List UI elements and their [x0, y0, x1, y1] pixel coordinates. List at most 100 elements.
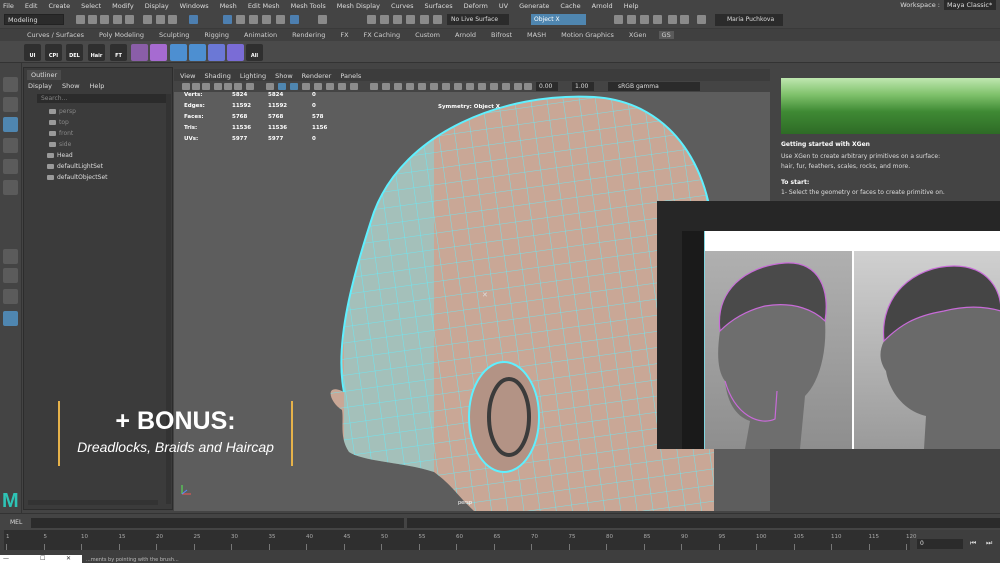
- far-clip-field[interactable]: 1.00: [572, 82, 594, 91]
- render-view-icon[interactable]: [380, 15, 389, 24]
- minimize-icon[interactable]: —: [3, 555, 9, 562]
- outliner-menu-help[interactable]: Help: [90, 82, 105, 90]
- outliner-tab[interactable]: Outliner: [27, 70, 62, 80]
- viewport-tool-icon[interactable]: [514, 83, 522, 90]
- menu-windows[interactable]: Windows: [180, 2, 209, 10]
- shelf-tab-bifrost[interactable]: Bifrost: [488, 31, 515, 39]
- render-icon[interactable]: [614, 15, 623, 24]
- menu-create[interactable]: Create: [48, 2, 70, 10]
- input-ops-icon[interactable]: [318, 15, 327, 24]
- render-settings-icon[interactable]: [420, 15, 429, 24]
- select-tool-icon[interactable]: [223, 15, 232, 24]
- render-frame-icon[interactable]: [393, 15, 402, 24]
- snap-curve-icon[interactable]: [249, 15, 258, 24]
- outliner-item[interactable]: side: [49, 141, 71, 148]
- shelf-tab-xgen[interactable]: XGen: [626, 31, 650, 39]
- near-clip-field[interactable]: 0.00: [536, 82, 558, 91]
- outliner-item[interactable]: Head: [47, 152, 73, 159]
- outliner-menu-display[interactable]: Display: [28, 82, 52, 90]
- vp-menu-view[interactable]: View: [180, 72, 195, 80]
- ipr-render-icon[interactable]: [406, 15, 415, 24]
- redo-icon[interactable]: [125, 15, 134, 24]
- shelf-tab-sculpting[interactable]: Sculpting: [156, 31, 192, 39]
- viewport-tool-icon[interactable]: [454, 83, 462, 90]
- outliner-item[interactable]: defaultObjectSet: [47, 174, 108, 181]
- outliner-item[interactable]: top: [49, 119, 69, 126]
- shelf-cpi-button[interactable]: CPI: [45, 44, 62, 61]
- shelf-all-button[interactable]: All: [246, 44, 263, 61]
- restore-icon[interactable]: ☐: [40, 555, 45, 562]
- menu-deform[interactable]: Deform: [464, 2, 488, 10]
- viewport-tool-icon[interactable]: [466, 83, 474, 90]
- shelf-plane-button[interactable]: [189, 44, 206, 61]
- viewport-tool-icon[interactable]: [524, 83, 532, 90]
- shelf-curve-button[interactable]: [131, 44, 148, 61]
- ipr-icon[interactable]: [627, 15, 636, 24]
- menu-mesh-display[interactable]: Mesh Display: [337, 2, 380, 10]
- shelf-tab-motion-graphics[interactable]: Motion Graphics: [558, 31, 617, 39]
- pause-icon[interactable]: [680, 15, 689, 24]
- viewport-tool-icon[interactable]: [418, 83, 426, 90]
- viewport-tool-icon[interactable]: [314, 83, 322, 90]
- viewport-tool-icon[interactable]: [382, 83, 390, 90]
- viewport-tool-icon[interactable]: [290, 83, 298, 90]
- mode-dropdown[interactable]: Modeling: [4, 14, 64, 25]
- viewport-tool-icon[interactable]: [350, 83, 358, 90]
- shelf-tab-fx[interactable]: FX: [337, 31, 351, 39]
- shelf-tab-mash[interactable]: MASH: [524, 31, 549, 39]
- viewport-tool-icon[interactable]: [182, 83, 190, 90]
- select-by-component-icon[interactable]: [189, 15, 198, 24]
- step-back-icon[interactable]: ⏭: [986, 539, 992, 548]
- scale-icon[interactable]: [3, 180, 18, 195]
- outliner-layout-icon[interactable]: [3, 311, 18, 326]
- outliner-menu-show[interactable]: Show: [62, 82, 80, 90]
- menu-modify[interactable]: Modify: [112, 2, 134, 10]
- menu-select[interactable]: Select: [81, 2, 101, 10]
- shelf-tab-gs[interactable]: GS: [658, 31, 674, 39]
- render-settings-2-icon[interactable]: [640, 15, 649, 24]
- shelf-tab-poly-modeling[interactable]: Poly Modeling: [96, 31, 147, 39]
- outliner-hscrollbar[interactable]: [28, 500, 158, 505]
- viewport-tool-icon[interactable]: [326, 83, 334, 90]
- outliner-search-input[interactable]: Search...: [37, 94, 169, 103]
- menu-file[interactable]: File: [3, 2, 14, 10]
- shelf-cube-button[interactable]: [227, 44, 244, 61]
- save-scene-icon[interactable]: [100, 15, 109, 24]
- vp-menu-renderer[interactable]: Renderer: [302, 72, 332, 80]
- menu-arnold[interactable]: Arnold: [592, 2, 613, 10]
- viewport-tool-icon[interactable]: [302, 83, 310, 90]
- viewport-tool-icon[interactable]: [278, 83, 286, 90]
- viewport-tool-icon[interactable]: [338, 83, 346, 90]
- lasso-icon[interactable]: [3, 97, 18, 112]
- viewport-tool-icon[interactable]: [430, 83, 438, 90]
- shelf-tube-button[interactable]: [150, 44, 167, 61]
- new-scene-icon[interactable]: [76, 15, 85, 24]
- cancel-render-icon[interactable]: [697, 15, 706, 24]
- menu-display[interactable]: Display: [145, 2, 169, 10]
- go-to-start-icon[interactable]: ⏮: [970, 539, 976, 548]
- vp-menu-panels[interactable]: Panels: [340, 72, 361, 80]
- undo-icon[interactable]: [113, 15, 122, 24]
- menu-generate[interactable]: Generate: [519, 2, 549, 10]
- vp-menu-shading[interactable]: Shading: [204, 72, 230, 80]
- menu-edit[interactable]: Edit: [25, 2, 38, 10]
- color-space-dropdown[interactable]: sRGB gamma: [608, 82, 700, 91]
- snap-live-icon[interactable]: [290, 15, 299, 24]
- viewport-tool-icon[interactable]: [246, 83, 254, 90]
- play-icon[interactable]: [668, 15, 677, 24]
- menu-help[interactable]: Help: [624, 2, 639, 10]
- shelf-tab-custom[interactable]: Custom: [412, 31, 443, 39]
- viewport-tool-icon[interactable]: [490, 83, 498, 90]
- layout-single-icon[interactable]: [3, 249, 18, 264]
- select-hierarchy-icon[interactable]: [143, 15, 152, 24]
- viewport-tool-icon[interactable]: [442, 83, 450, 90]
- viewport-tool-icon[interactable]: [266, 83, 274, 90]
- snap-view-icon[interactable]: [276, 15, 285, 24]
- shelf-tab-curves-surfaces[interactable]: Curves / Surfaces: [24, 31, 87, 39]
- viewport-tool-icon[interactable]: [214, 83, 222, 90]
- menu-uv[interactable]: UV: [499, 2, 508, 10]
- menu-curves[interactable]: Curves: [391, 2, 414, 10]
- menu-mesh-tools[interactable]: Mesh Tools: [291, 2, 326, 10]
- viewport-tool-icon[interactable]: [502, 83, 510, 90]
- select-arrow-icon[interactable]: [3, 77, 18, 92]
